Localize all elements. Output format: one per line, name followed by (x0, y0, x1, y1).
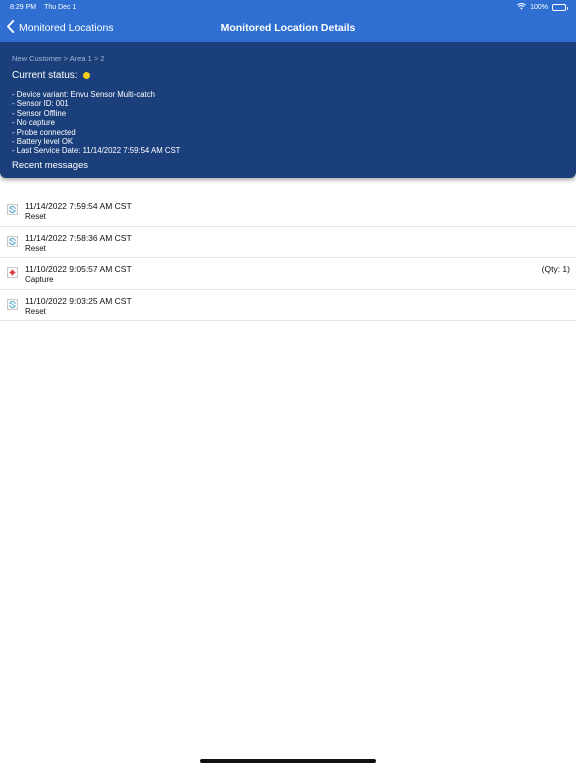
location-details-card: New Customer > Area 1 > 2 Current status… (0, 42, 576, 178)
reset-icon (7, 298, 18, 310)
detail-sensor-id: - Sensor ID: 001 (12, 99, 69, 109)
detail-last-service-date: - Last Service Date: 11/14/2022 7:59:54 … (12, 146, 181, 156)
status-indicator-dot (82, 72, 90, 79)
battery-icon (552, 3, 568, 11)
message-type: Reset (25, 212, 46, 221)
message-type: Reset (25, 306, 46, 316)
message-row[interactable]: 11/10/2022 9:03:25 AM CST Reset (0, 290, 576, 321)
message-time: 11/10/2022 9:05:57 AM CST (25, 264, 132, 274)
message-row[interactable]: 11/14/2022 7:59:54 AM CST Reset (0, 195, 576, 227)
status-right: 100% (517, 2, 568, 12)
reset-icon (7, 204, 18, 215)
detail-device-variant: - Device variant: Envu Sensor Multi-catc… (12, 90, 155, 99)
detail-capture-state: - No capture (12, 118, 55, 128)
recent-messages-list: 11/14/2022 7:59:54 AM CST Reset 11/14/20… (0, 195, 576, 321)
battery-percent: 100% (530, 3, 548, 11)
chevron-left-icon (6, 20, 15, 36)
current-status: Current status: (12, 70, 564, 81)
status-time: 8:29 PM (10, 3, 37, 11)
detail-battery-state: - Battery level OK (12, 137, 74, 147)
capture-icon (7, 267, 18, 278)
message-type: Reset (25, 243, 46, 253)
breadcrumb: New Customer > Area 1 > 2 (12, 54, 105, 63)
message-type: Capture (25, 275, 54, 284)
navigation-bar: Monitored Locations Monitored Location D… (0, 14, 576, 42)
device-detail-list: - Device variant: Envu Sensor Multi-catc… (12, 90, 564, 156)
reset-icon (7, 235, 18, 247)
message-time: 11/14/2022 7:59:54 AM CST (25, 201, 132, 211)
status-bar: 8:29 PM Thu Dec 1 100% (0, 0, 576, 14)
back-button-label: Monitored Locations (19, 22, 114, 34)
current-status-label: Current status: (12, 70, 78, 81)
status-date: Thu Dec 1 (44, 3, 77, 11)
recent-messages-heading: Recent messages (12, 159, 89, 171)
back-button[interactable]: Monitored Locations (6, 14, 114, 42)
wifi-icon (517, 2, 527, 12)
message-row[interactable]: 11/14/2022 7:58:36 AM CST Reset (0, 227, 576, 258)
home-indicator[interactable] (200, 759, 376, 763)
detail-sensor-state: - Sensor Offline (12, 108, 67, 118)
message-time: 11/14/2022 7:58:36 AM CST (25, 232, 132, 243)
message-row[interactable]: 11/10/2022 9:05:57 AM CST Capture (Qty: … (0, 258, 576, 290)
message-qty: (Qty: 1) (541, 264, 570, 274)
detail-probe-state: - Probe connected (12, 127, 76, 137)
message-time: 11/10/2022 9:03:25 AM CST (25, 295, 132, 306)
